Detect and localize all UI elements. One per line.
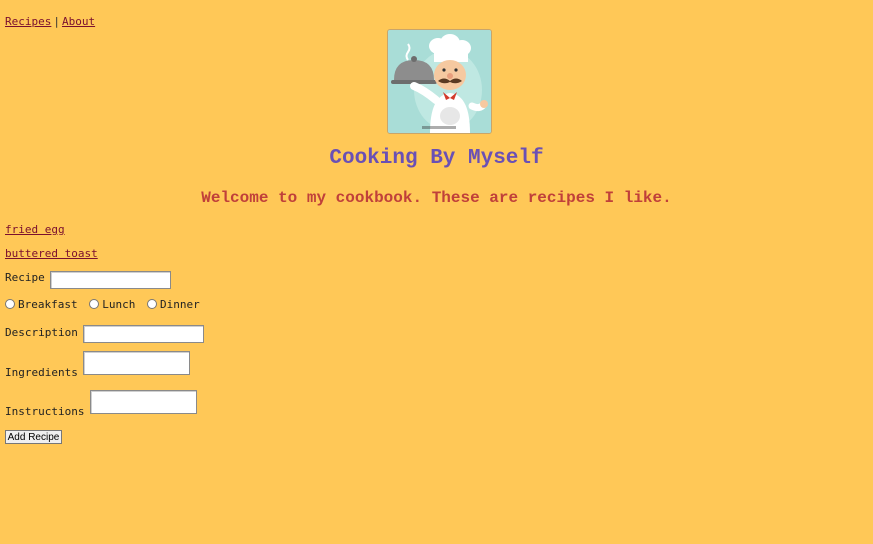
- page-title: Cooking By Myself: [329, 147, 544, 170]
- ingredients-textarea[interactable]: [83, 351, 190, 375]
- instructions-label: Instructions: [5, 405, 85, 418]
- recipe-label: Recipe: [5, 271, 45, 284]
- nav-link-recipes[interactable]: Recipes: [5, 15, 51, 28]
- nav-separator: |: [53, 15, 60, 28]
- description-input[interactable]: [83, 325, 204, 343]
- breakfast-radio[interactable]: [5, 299, 15, 309]
- recipe-link-buttered-toast[interactable]: buttered toast: [5, 247, 98, 261]
- top-nav: Recipes | About: [5, 15, 95, 29]
- recipe-link-fried-egg[interactable]: fried egg: [5, 223, 65, 237]
- dinner-radio[interactable]: [146, 299, 157, 309]
- meal-radio-group: Breakfast Lunch Dinner: [5, 298, 205, 312]
- nav-link-about[interactable]: About: [62, 15, 95, 28]
- ingredients-label: Ingredients: [5, 366, 78, 379]
- lunch-radio[interactable]: [89, 299, 100, 309]
- page: Recipes | About Cooking By Myself Welcom…: [0, 0, 873, 544]
- instructions-textarea[interactable]: [90, 390, 197, 414]
- recipe-input[interactable]: [50, 271, 171, 289]
- page-subtitle: Welcome to my cookbook. These are recipe…: [201, 189, 672, 207]
- dinner-label: Dinner: [159, 298, 200, 311]
- add-recipe-button[interactable]: Add Recipe: [5, 430, 62, 444]
- description-label: Description: [5, 326, 78, 339]
- lunch-label: Lunch: [102, 298, 136, 311]
- breakfast-label: Breakfast: [18, 298, 78, 311]
- chef-logo-icon: [387, 29, 492, 134]
